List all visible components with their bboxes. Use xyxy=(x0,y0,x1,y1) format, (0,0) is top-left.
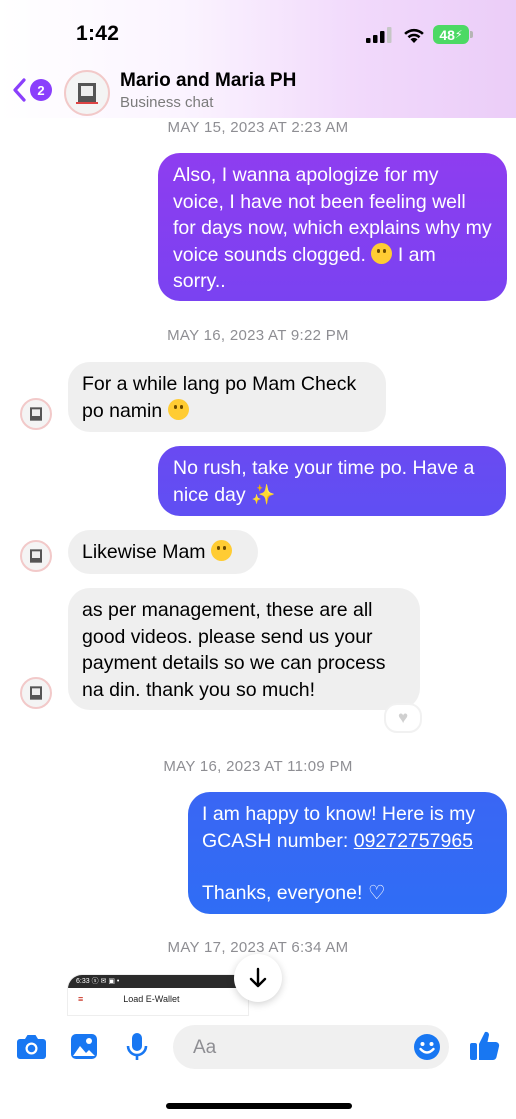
attachment-status-bar: 6:33 ⓢ ✉ ▣ • xyxy=(68,975,248,988)
message-text: Also, I wanna apologize for my voice, I … xyxy=(173,164,492,266)
store-logo-icon xyxy=(30,686,42,700)
message-text: For a while lang po Mam Check po namin xyxy=(82,373,357,422)
timestamp: MAY 16, 2023 AT 11:09 PM xyxy=(163,758,353,775)
unread-count-badge: 2 xyxy=(30,79,52,101)
hamburger-menu-icon: ≡ xyxy=(78,994,84,1004)
heart-reaction-icon[interactable]: ♥ xyxy=(384,703,422,733)
outgoing-message[interactable]: Also, I wanna apologize for my voice, I … xyxy=(158,153,507,301)
home-indicator xyxy=(166,1103,352,1109)
thumbs-up-icon[interactable] xyxy=(469,1030,501,1062)
message-input[interactable] xyxy=(191,1025,415,1071)
timestamp: MAY 16, 2023 AT 9:22 PM xyxy=(167,327,349,344)
wifi-icon xyxy=(404,28,424,43)
chat-subtitle: Business chat xyxy=(120,94,214,111)
outgoing-message[interactable]: No rush, take your time po. Have a nice … xyxy=(158,446,506,516)
incoming-message[interactable]: For a while lang po Mam Check po namin xyxy=(68,362,386,432)
outgoing-message[interactable]: I am happy to know! Here is my GCASH num… xyxy=(188,792,507,914)
scroll-to-bottom-button[interactable] xyxy=(234,954,282,1002)
battery-indicator: 48 ⚡ xyxy=(433,25,469,44)
cellular-signal-icon xyxy=(366,27,392,43)
message-text: as per management, these are all good vi… xyxy=(82,599,386,701)
sparkles-emoji-icon: ✨ xyxy=(251,483,276,506)
message-text: Thanks, everyone! ♡ xyxy=(202,882,386,904)
image-attachment-preview[interactable]: 6:33 ⓢ ✉ ▣ • ≡ Load E-Wallet xyxy=(68,975,248,1015)
chat-title[interactable]: Mario and Maria PH xyxy=(120,70,296,92)
back-chevron-icon xyxy=(13,78,26,102)
message-input-wrapper xyxy=(173,1025,449,1071)
smile-emoji-icon xyxy=(210,540,232,561)
microphone-icon[interactable] xyxy=(126,1032,148,1062)
camera-icon[interactable] xyxy=(16,1033,47,1060)
message-text: Likewise Mam xyxy=(82,541,206,563)
chat-avatar[interactable] xyxy=(64,70,110,116)
attachment-title: Load E-Wallet xyxy=(123,994,180,1004)
phone-number-link[interactable]: 09272757965 xyxy=(354,830,473,852)
arrow-down-icon xyxy=(249,967,267,988)
message-text: No rush, take your time po. Have a nice … xyxy=(173,457,475,506)
store-logo-icon xyxy=(30,407,42,421)
photo-icon[interactable] xyxy=(70,1033,98,1060)
sender-avatar[interactable] xyxy=(20,540,52,572)
status-time: 1:42 xyxy=(76,22,120,45)
timestamp: MAY 15, 2023 AT 2:23 AM xyxy=(167,119,349,136)
emoji-icon[interactable] xyxy=(413,1033,441,1061)
incoming-message[interactable]: as per management, these are all good vi… xyxy=(68,588,420,710)
smile-emoji-icon xyxy=(167,398,189,420)
incoming-message[interactable]: Likewise Mam xyxy=(68,530,258,574)
message-text: I am happy to know! Here is my xyxy=(202,803,476,825)
store-logo-icon xyxy=(76,83,98,104)
back-button[interactable]: 2 xyxy=(12,78,52,102)
battery-tip xyxy=(470,31,473,38)
sender-avatar[interactable] xyxy=(20,677,52,709)
message-text: GCASH number: xyxy=(202,829,354,852)
store-logo-icon xyxy=(30,549,42,563)
sender-avatar[interactable] xyxy=(20,398,52,430)
sad-face-emoji-icon xyxy=(371,242,393,264)
